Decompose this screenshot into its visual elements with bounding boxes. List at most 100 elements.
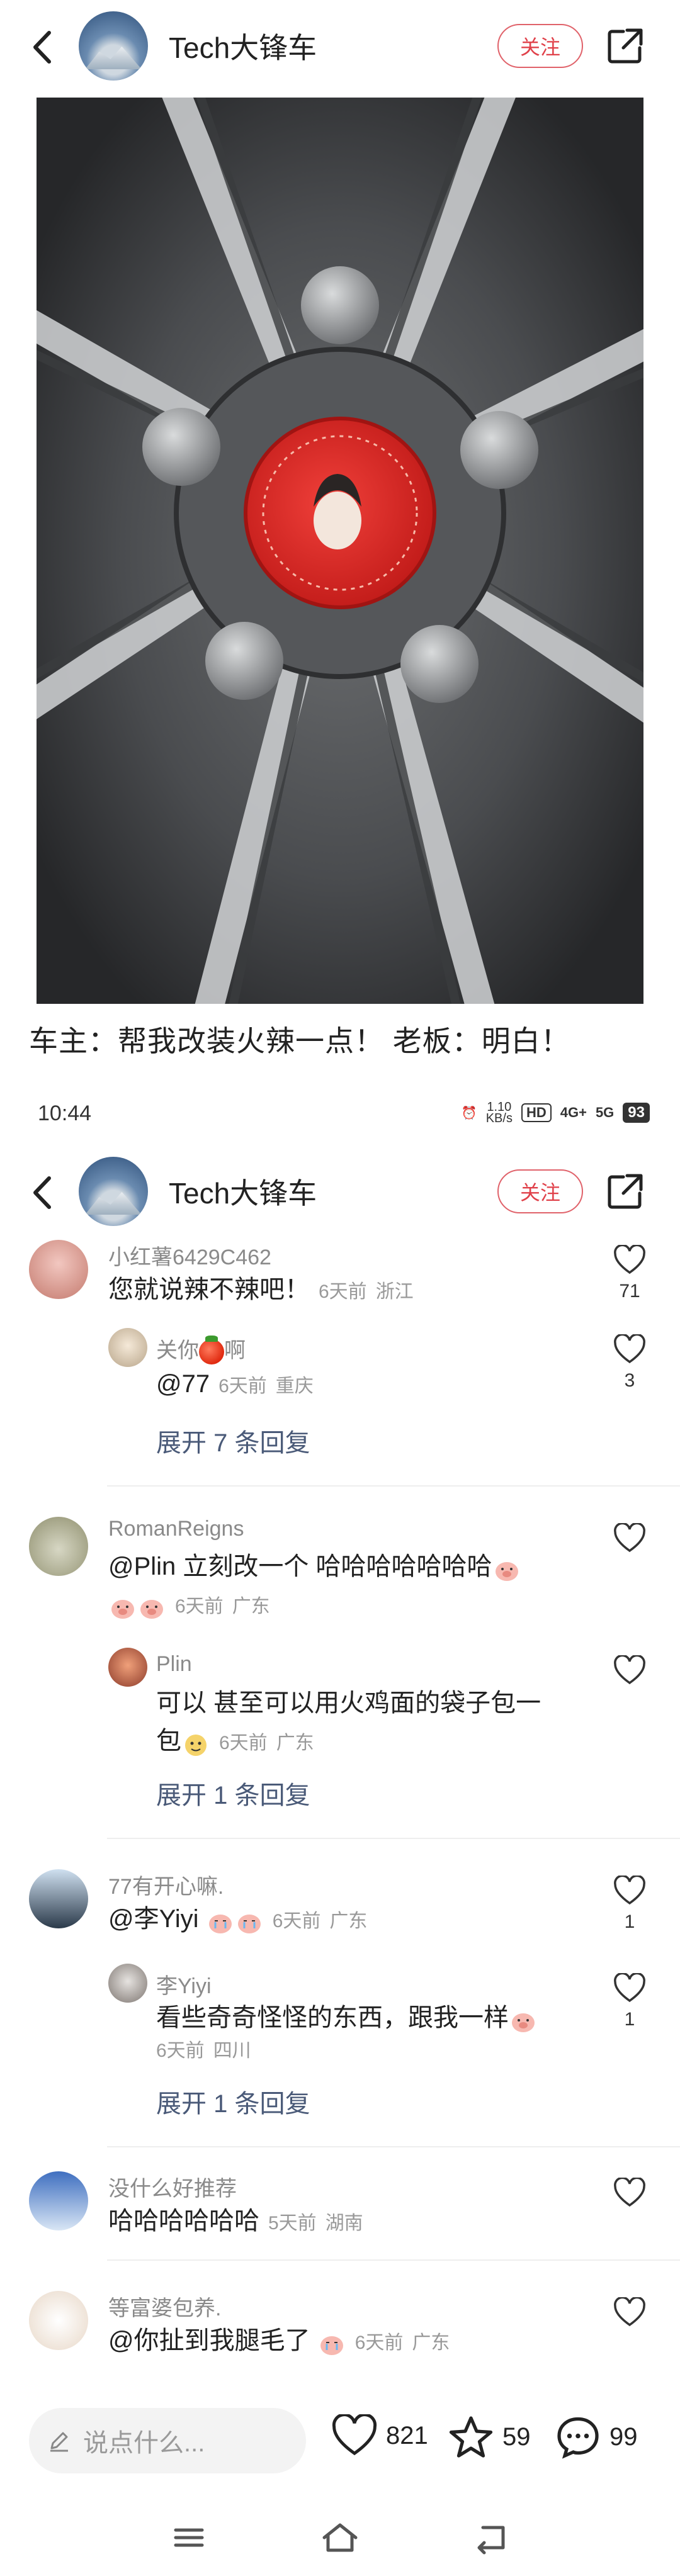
divider	[107, 2146, 680, 2147]
comment-username[interactable]: 李Yiyi	[156, 1969, 212, 1999]
wheel-photo	[37, 98, 643, 1004]
commenter-avatar[interactable]	[108, 1964, 147, 2003]
crying-pig-emoji	[235, 1908, 264, 1934]
follow-button[interactable]: 关注	[497, 24, 583, 68]
tomato-emoji	[199, 1336, 224, 1365]
heart-icon	[614, 1244, 645, 1274]
like-count: 1	[624, 2009, 635, 2030]
heart-icon	[614, 1972, 645, 2003]
like-button[interactable]	[611, 2296, 649, 2331]
signal-4g: 4G+	[560, 1105, 587, 1120]
collect-button[interactable]: 59	[447, 2414, 531, 2460]
comment-count: 99	[609, 2422, 638, 2451]
alarm-icon: ⏰	[461, 1106, 477, 1120]
commenter-avatar[interactable]	[29, 1869, 88, 1928]
comment-text: @你扯到我腿毛了 6天前 广东	[108, 2327, 450, 2356]
back-arrow-icon[interactable]	[24, 1171, 62, 1215]
menu-icon[interactable]	[167, 2519, 211, 2556]
comment-username[interactable]: 没什么好推荐	[108, 2171, 237, 2202]
post-image[interactable]	[37, 98, 643, 1004]
divider	[107, 1485, 680, 1487]
like-count: 1	[624, 1911, 635, 1932]
comments-header: Tech大锋车 关注	[0, 1145, 680, 1240]
system-nav-bar	[0, 2505, 680, 2576]
author-avatar[interactable]	[79, 1157, 148, 1226]
follow-button[interactable]: 关注	[497, 1169, 583, 1213]
chat-bubble-icon	[557, 2417, 599, 2459]
like-button[interactable]	[611, 2176, 649, 2211]
pig-emoji	[108, 1593, 137, 1619]
commenter-avatar[interactable]	[108, 1328, 147, 1367]
heart-icon	[614, 1333, 645, 1364]
comment-text: @Plin 立刻改一个 哈哈哈哈哈哈哈	[108, 1547, 521, 1586]
like-count: 821	[386, 2421, 428, 2449]
star-icon	[449, 2416, 493, 2458]
like-button[interactable]	[611, 1654, 649, 1689]
home-icon[interactable]	[318, 2519, 362, 2556]
signal-5g: 5G	[595, 1105, 615, 1120]
expand-replies-button[interactable]: 展开 7 条回复	[156, 1422, 310, 1459]
bottom-action-bar: 说点什么... 821 59 99	[0, 2392, 680, 2480]
comment-username[interactable]: 关你啊	[156, 1333, 246, 1365]
comment-input[interactable]: 说点什么...	[29, 2408, 306, 2473]
comment-text-continued: 6天前 广东	[108, 1585, 270, 1626]
heart-icon	[332, 2414, 377, 2456]
author-name[interactable]: Tech大锋车	[169, 1171, 317, 1212]
pig-emoji	[492, 1555, 521, 1582]
comment-username[interactable]: 等富婆包养.	[108, 2291, 221, 2322]
face-emoji	[181, 1730, 210, 1757]
back-icon[interactable]	[469, 2519, 513, 2556]
commenter-avatar[interactable]	[29, 1517, 88, 1576]
crying-pig-emoji	[317, 2329, 346, 2356]
like-button[interactable]	[611, 1522, 649, 1556]
comment-username[interactable]: Plin	[156, 1652, 192, 1677]
divider	[107, 2259, 680, 2261]
heart-icon	[614, 1654, 645, 1685]
expand-replies-button[interactable]: 展开 1 条回复	[156, 2083, 310, 2120]
like-button[interactable]: 1	[611, 1874, 649, 1933]
author-name[interactable]: Tech大锋车	[169, 25, 317, 67]
comment-meta: 6天前 四川	[156, 2040, 251, 2061]
comment-username[interactable]: RomanReigns	[108, 1517, 244, 1541]
like-post-button[interactable]: 821	[331, 2414, 428, 2457]
like-button[interactable]: 71	[611, 1244, 649, 1302]
pencil-icon	[50, 2432, 68, 2452]
hd-badge: HD	[521, 1103, 552, 1122]
expand-replies-button[interactable]: 展开 1 条回复	[156, 1775, 310, 1811]
share-icon[interactable]	[604, 1171, 646, 1212]
like-button[interactable]: 1	[611, 1972, 649, 2030]
commenter-avatar[interactable]	[108, 1648, 147, 1687]
comment-text: 哈哈哈哈哈哈 5天前 湖南	[108, 2207, 363, 2235]
post-caption: 车主：帮我改装火辣一点！ 老板：明白！	[29, 1025, 570, 1057]
commenter-avatar[interactable]	[29, 2171, 88, 2230]
like-button[interactable]: 3	[611, 1333, 649, 1392]
heart-icon	[614, 1522, 645, 1553]
comment-text: @77 6天前 重庆	[156, 1370, 314, 1398]
divider	[107, 1838, 680, 1839]
comment-text: @李Yiyi 6天前 广东	[108, 1905, 368, 1934]
status-icons: ⏰ 1.10 KB/s HD 4G+ 5G 93	[461, 1100, 650, 1125]
commenter-avatar[interactable]	[29, 1240, 88, 1299]
share-icon[interactable]	[604, 25, 646, 67]
comment-username[interactable]: 小红薯6429C462	[108, 1240, 271, 1271]
pig-emoji	[509, 2006, 538, 2033]
net-speed: 1.10 KB/s	[485, 1100, 513, 1125]
heart-icon	[614, 1874, 645, 1905]
comment-list: 小红薯6429C462 您就说辣不辣吧！ 6天前 浙江 71 关你啊 @77 6天前重…	[0, 1240, 680, 2392]
comment-text: 您就说辣不辣吧！ 6天前 浙江	[108, 1276, 414, 1303]
clock: 10:44	[38, 1101, 92, 1125]
like-count: 3	[624, 1370, 635, 1391]
comment-username[interactable]: 77有开心嘛.	[108, 1869, 224, 1900]
comment-button[interactable]: 99	[554, 2414, 638, 2460]
heart-icon	[614, 2176, 645, 2207]
post-header: Tech大锋车 关注	[0, 0, 680, 94]
author-avatar[interactable]	[79, 11, 148, 81]
like-count: 71	[619, 1281, 640, 1302]
comment-text-continued: 包 6天前 广东	[156, 1721, 314, 1763]
collect-count: 59	[502, 2422, 531, 2451]
comment-text: 可以 甚至可以用火鸡面的袋子包一	[156, 1689, 541, 1717]
heart-icon	[614, 2296, 645, 2327]
commenter-avatar[interactable]	[29, 2291, 88, 2350]
back-arrow-icon[interactable]	[24, 25, 62, 69]
battery-level: 93	[623, 1103, 650, 1123]
